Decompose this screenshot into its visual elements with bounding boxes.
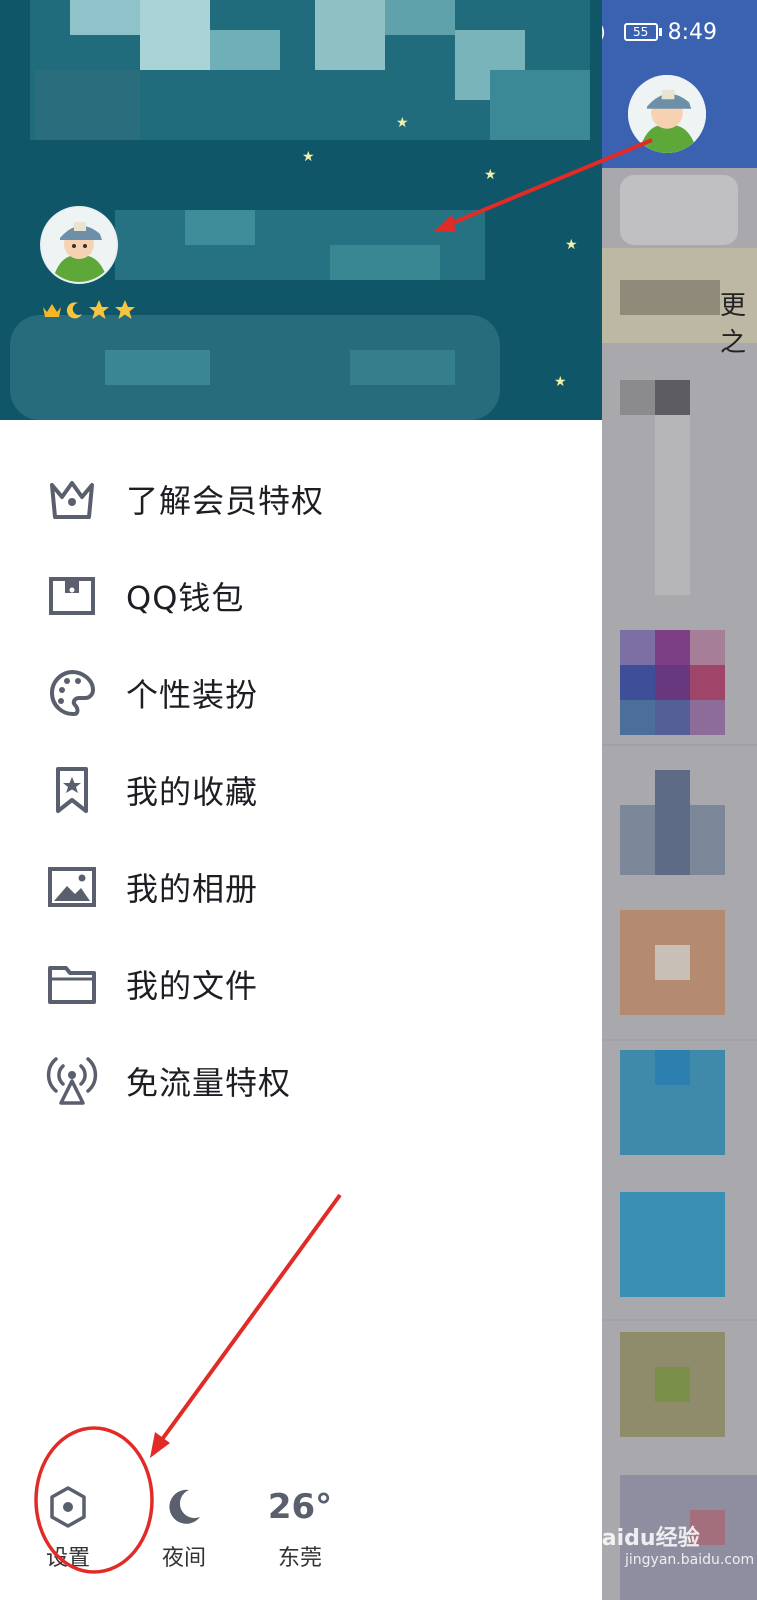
menu-item-favorites[interactable]: 我的收藏 [0, 741, 602, 838]
chat-preview-text: 更之 [720, 291, 747, 358]
pixel-block [655, 770, 690, 875]
pixel-block [35, 70, 140, 140]
menu-item-album[interactable]: 我的相册 [0, 838, 602, 935]
status-bar: ) 55 8:49 [602, 14, 757, 50]
folder-icon [44, 956, 100, 1012]
star-decoration: ★ [554, 374, 567, 390]
pixel-block [690, 630, 725, 665]
drawer-bottom-bar: 设置 夜间 26° 东莞 [0, 1450, 602, 1600]
star-decoration: ★ [302, 149, 315, 165]
avatar[interactable] [40, 206, 118, 284]
pixel-block [655, 1367, 690, 1402]
pixel-block [385, 0, 455, 35]
status-time: 8:49 [667, 19, 717, 45]
signal-tower-icon [44, 1053, 100, 1109]
pixel-block [315, 0, 385, 70]
menu-item-label: 免流量特权 [126, 1063, 292, 1102]
pixelated-row [620, 175, 738, 245]
pixel-block [185, 210, 255, 245]
pixel-block [620, 280, 720, 315]
weather-button[interactable]: 26° 东莞 [250, 1482, 350, 1572]
nfc-icon: ) [602, 22, 606, 43]
drawer-menu: 了解会员特权 QQ钱包 个性装扮 我的收藏 我的相册 我的文件 免流量特权 [0, 450, 602, 1129]
moon-icon [134, 1482, 234, 1532]
star-badge-icon [89, 300, 109, 319]
chat-list-topbar: ) 55 8:49 [602, 0, 757, 168]
pixel-block [655, 700, 690, 735]
menu-item-label: 了解会员特权 [126, 481, 325, 520]
pixel-block [620, 630, 655, 665]
pixel-block [655, 945, 690, 980]
menu-item-label: 我的相册 [126, 869, 259, 908]
pixel-block [140, 0, 210, 70]
night-mode-label: 夜间 [161, 1546, 206, 1571]
star-decoration: ★ [396, 115, 409, 131]
pixel-block [105, 350, 210, 385]
battery-level: 55 [623, 23, 658, 41]
settings-hexagon-icon [18, 1482, 118, 1532]
menu-item-label: 我的收藏 [126, 772, 259, 811]
palette-icon [44, 665, 100, 721]
baidu-watermark-url: jingyan.baidu.com [625, 1552, 755, 1568]
bookmark-star-icon [44, 762, 100, 818]
pixel-block [350, 350, 455, 385]
side-drawer: ★ ★ ★ ★ ★ 了解会员特权 QQ钱包 个性装扮 我的收藏 我的相册 我的文… [0, 0, 602, 1600]
crown-icon [44, 471, 100, 527]
menu-item-vip-privileges[interactable]: 了解会员特权 [0, 450, 602, 547]
weather-temperature: 26° [267, 1487, 333, 1527]
avatar-cartoon-icon [628, 75, 706, 153]
pixel-block [655, 380, 690, 415]
menu-item-qq-wallet[interactable]: QQ钱包 [0, 547, 602, 644]
star-decoration: ★ [565, 237, 578, 253]
pixel-block [210, 30, 280, 70]
menu-item-files[interactable]: 我的文件 [0, 935, 602, 1032]
settings-label: 设置 [45, 1546, 90, 1571]
moon-badge-icon [66, 302, 82, 319]
night-mode-button[interactable]: 夜间 [134, 1482, 234, 1572]
image-icon [44, 859, 100, 915]
pixel-block [620, 700, 655, 735]
vip-level-badges[interactable] [42, 298, 136, 322]
menu-item-personalize[interactable]: 个性装扮 [0, 644, 602, 741]
pixel-block [620, 380, 655, 415]
weather-city: 东莞 [277, 1546, 322, 1571]
pixel-block [690, 665, 725, 700]
star-decoration: ★ [484, 167, 497, 183]
settings-button[interactable]: 设置 [18, 1482, 118, 1572]
menu-item-label: QQ钱包 [126, 578, 245, 617]
pixelated-avatar [620, 1192, 725, 1297]
pixel-block [70, 0, 140, 35]
menu-item-label: 个性装扮 [126, 675, 259, 714]
wallet-icon [44, 568, 100, 624]
pixel-block [655, 630, 690, 665]
baidu-watermark: Baidu经验 [585, 1526, 700, 1551]
pixel-block [655, 415, 690, 595]
pixel-block [690, 700, 725, 735]
menu-item-free-data[interactable]: 免流量特权 [0, 1032, 602, 1129]
crown-badge-icon [43, 304, 61, 317]
pixel-block [655, 1050, 690, 1085]
pixel-block [490, 70, 590, 140]
menu-item-label: 我的文件 [126, 966, 259, 1005]
profile-header: ★ ★ ★ ★ ★ [0, 0, 602, 420]
pixel-block [620, 665, 655, 700]
pixel-block [655, 665, 690, 700]
avatar-cartoon-icon [42, 208, 116, 282]
dimmed-chat-list[interactable]: ) 55 8:49 [602, 0, 757, 1600]
pixel-block [330, 245, 440, 280]
battery-icon: 55 [623, 23, 662, 41]
chat-list-avatar[interactable] [628, 75, 706, 153]
star-badge-icon [115, 300, 135, 319]
